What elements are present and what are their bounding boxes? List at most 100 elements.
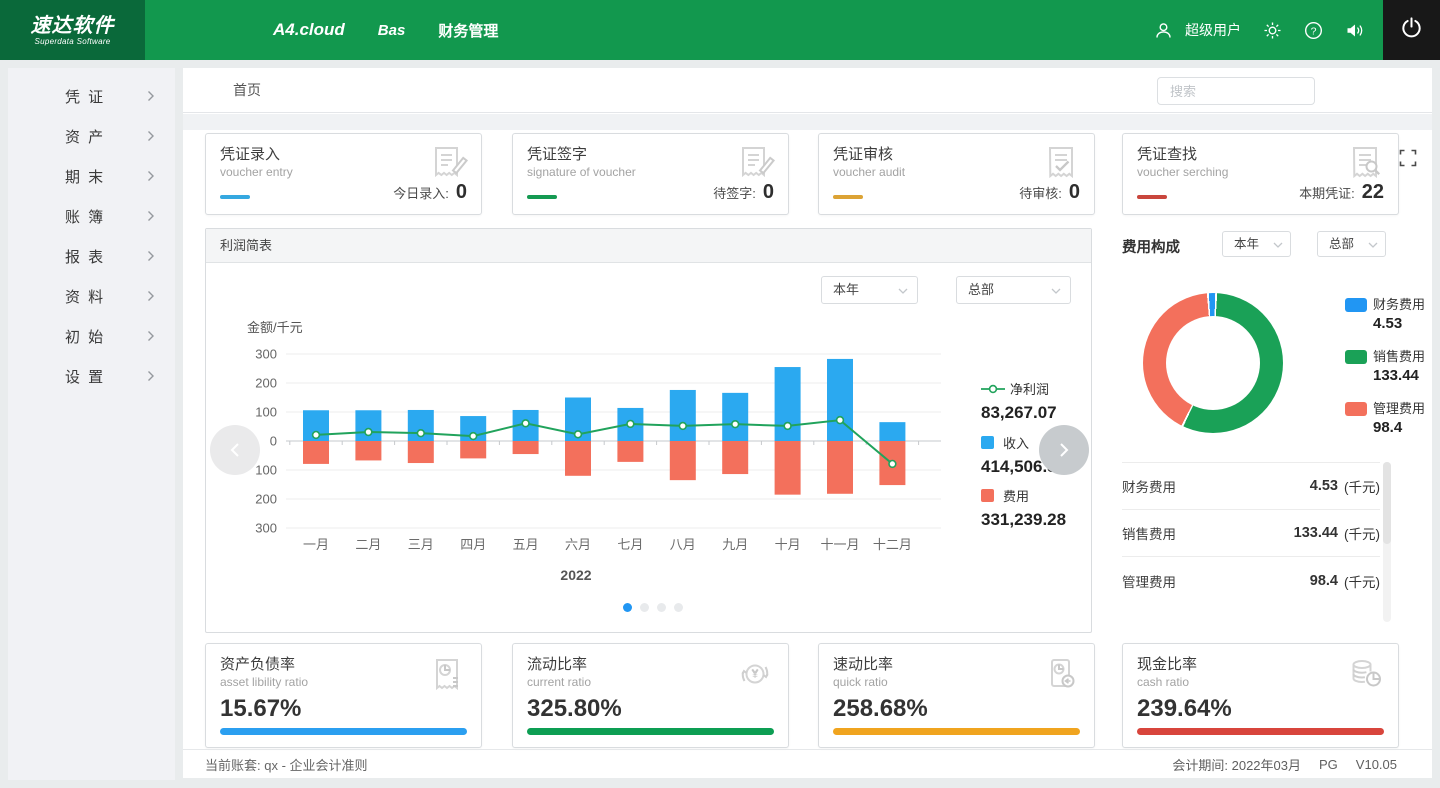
ratio-bar [527,728,774,735]
legend-expense: 费用 331,239.28 [981,486,1089,530]
search-box[interactable] [1157,77,1315,105]
svg-text:八月: 八月 [670,537,696,552]
table-row: 销售费用 133.44 (千元) [1122,510,1380,557]
svg-text:十一月: 十一月 [820,537,859,552]
sales-expense-swatch [1345,350,1367,364]
chevron-right-icon [147,330,155,342]
line-marker-icon [981,384,1005,394]
sidebar-item-initial[interactable]: 初 始 [8,316,175,356]
profit-period-select[interactable]: 本年 [821,276,918,304]
donut-legend-finance: 财务费用 4.53 [1345,296,1425,332]
sidebar-item-account-books[interactable]: 账 簿 [8,196,175,236]
income-swatch [981,436,994,449]
table-row: 财务费用 4.53 (千元) [1122,463,1380,510]
accent-dash [220,195,250,199]
pagination-dot-3[interactable] [657,603,666,612]
chevron-right-icon [147,290,155,302]
profit-bar-chart: 3002001000100200300一月二月三月四月五月六月七月八月九月十月十… [226,344,986,564]
voucher-search-icon [1344,142,1388,191]
svg-text:300: 300 [255,521,277,536]
svg-text:¥: ¥ [751,670,758,681]
pagination-dot-4[interactable] [674,603,683,612]
expense-table-scrollbar[interactable] [1383,462,1391,622]
card-voucher-audit[interactable]: 凭证审核 voucher audit 待审核: 0 [818,133,1095,215]
accounting-period-label: 会计期间: 2022年03月 [1172,755,1301,774]
speaker-icon[interactable] [1345,22,1365,39]
sidebar-item-settings[interactable]: 设 置 [8,356,175,396]
svg-text:二月: 二月 [355,537,381,552]
chevron-right-icon [147,250,155,262]
svg-text:100: 100 [255,463,277,478]
db-label: PG [1319,757,1338,772]
gear-icon[interactable] [1263,21,1282,40]
username[interactable]: 超级用户 [1185,20,1241,40]
svg-text:?: ? [1311,25,1317,37]
svg-text:五月: 五月 [513,537,539,552]
quick-ratio-icon [1038,652,1084,703]
expense-panel-title: 费用构成 [1122,236,1180,257]
card-voucher-signature[interactable]: 凭证签字 signature of voucher 待签字: 0 [512,133,789,215]
nav-item-a4cloud[interactable]: A4.cloud [273,20,345,40]
svg-text:七月: 七月 [617,537,643,552]
chevron-right-icon [147,90,155,102]
header-nav: A4.cloud Bas 财务管理 [273,20,498,41]
svg-text:三月: 三月 [408,537,434,552]
accent-dash [527,195,557,199]
logout-power-button[interactable] [1383,0,1440,60]
expense-donut-chart [1143,293,1283,433]
chevron-down-icon [1273,242,1283,248]
accent-dash [833,195,863,199]
ratio-bar [1137,728,1384,735]
expense-org-select[interactable]: 总部 [1317,231,1386,257]
profit-org-select[interactable]: 总部 [956,276,1071,304]
logo-subtitle: Superdata Software [34,37,110,46]
svg-text:200: 200 [255,492,277,507]
tab-home[interactable]: 首页 [233,68,261,113]
sidebar-item-voucher[interactable]: 凭 证 [8,76,175,116]
chevron-right-icon [147,130,155,142]
app-header: 速达软件 Superdata Software A4.cloud Bas 财务管… [0,0,1440,60]
fullscreen-button[interactable] [1399,149,1417,167]
chevron-down-icon [1368,242,1378,248]
tab-bar: 首页 [183,68,1432,113]
y-axis-label: 金额/千元 [247,317,303,336]
chevron-right-icon [147,210,155,222]
expense-period-select[interactable]: 本年 [1222,231,1291,257]
ratio-value: 239.64% [1137,695,1232,723]
svg-text:十二月: 十二月 [873,537,912,552]
accent-dash [1137,195,1167,199]
card-voucher-search[interactable]: 凭证查找 voucher serching 本期凭证: 22 [1122,133,1399,215]
current-account-label: 当前账套: qx - 企业会计准则 [205,755,368,774]
sidebar-item-assets[interactable]: 资 产 [8,116,175,156]
svg-text:十月: 十月 [775,537,801,552]
sidebar-item-period-end[interactable]: 期 末 [8,156,175,196]
nav-item-bas[interactable]: Bas [378,22,406,39]
card-cash-ratio: 现金比率 cash ratio 239.64% [1122,643,1399,748]
card-quick-ratio: 速动比率 quick ratio 258.68% [818,643,1095,748]
card-voucher-entry[interactable]: 凭证录入 voucher entry 今日录入: 0 [205,133,482,215]
version-label: V10.05 [1356,757,1397,772]
expense-table: 财务费用 4.53 (千元) 销售费用 133.44 (千元) 管理费用 98.… [1122,462,1380,604]
profit-summary-panel: 利润简表 本年 总部 金额/千元 3002001000100200300一月二月… [205,228,1092,633]
card-current-ratio: 流动比率 current ratio 325.80% ¥ [512,643,789,748]
help-icon[interactable]: ? [1304,21,1323,40]
carousel-prev-button[interactable] [210,425,260,475]
chevron-right-icon [147,170,155,182]
carousel-next-button[interactable] [1039,425,1089,475]
svg-text:0: 0 [270,434,277,449]
pagination-dot-2[interactable] [640,603,649,612]
chevron-down-icon [898,288,908,294]
status-bar: 当前账套: qx - 企业会计准则 会计期间: 2022年03月 PG V10.… [183,749,1432,778]
finance-expense-swatch [1345,298,1367,312]
ratio-value: 258.68% [833,695,928,723]
sidebar-item-reports[interactable]: 报 表 [8,236,175,276]
main-content: 首页 凭证录入 voucher entry 今日录入: 0 凭证签字 signa… [183,68,1432,778]
legend-net-profit: 净利润 83,267.07 [981,379,1089,423]
user-icon[interactable] [1154,22,1173,39]
svg-text:四月: 四月 [460,537,486,552]
donut-legend-sales: 销售费用 133.44 [1345,348,1425,384]
pagination-dot-1[interactable] [623,603,632,612]
search-input[interactable] [1158,84,1350,99]
nav-item-finance[interactable]: 财务管理 [438,20,498,41]
sidebar-item-base-data[interactable]: 资 料 [8,276,175,316]
